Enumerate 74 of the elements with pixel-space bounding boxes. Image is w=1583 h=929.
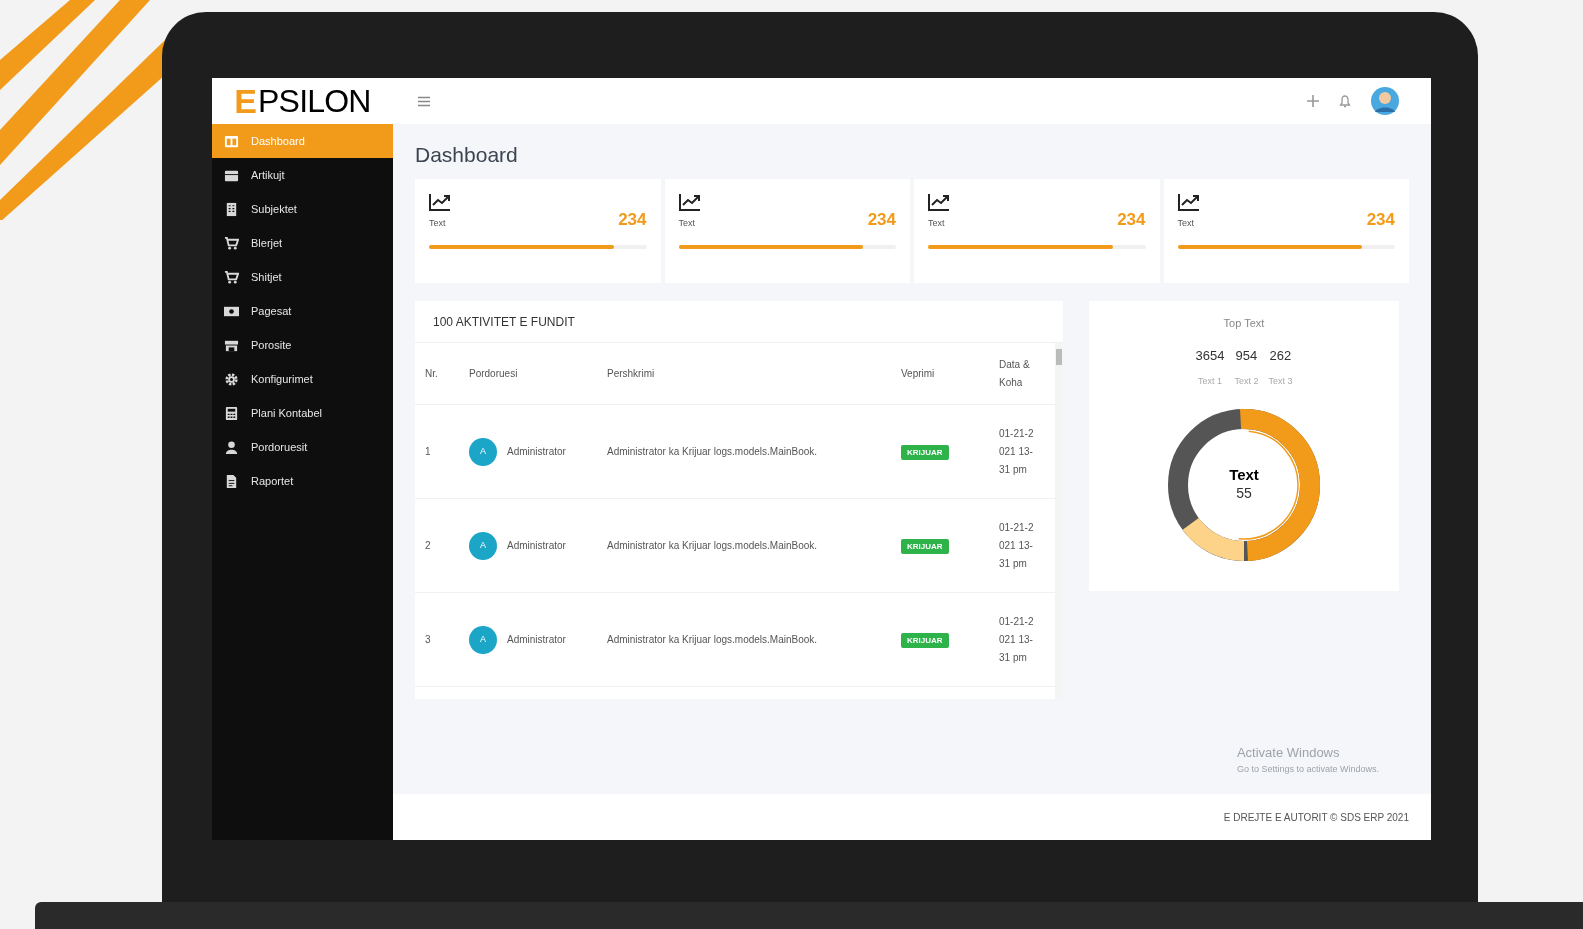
table-cell-text: Administrator	[507, 539, 566, 553]
building-icon	[224, 201, 239, 217]
cart-icon	[224, 235, 239, 251]
sidebar-item[interactable]: Konfigurimet	[212, 362, 393, 396]
column-header: Data & Koha	[999, 357, 1031, 390]
user-avatar: A	[469, 531, 497, 560]
stat-value: 262	[1269, 346, 1292, 365]
column-header: Pordoruesi	[469, 366, 519, 381]
stat-label: Text 1	[1197, 375, 1222, 388]
sidebar-item[interactable]: Blerjet	[212, 226, 393, 260]
sidebar-item[interactable]: Shitjet	[212, 260, 393, 294]
stat-label: Text	[928, 217, 946, 230]
stat-label: Text 2	[1234, 375, 1259, 388]
user-avatar: A	[469, 625, 497, 654]
table-cell-text: Administrator ka Krijuar logs.models.MainBook.	[607, 539, 819, 553]
card-title: 100 AKTIVITET E FUNDIT	[415, 301, 1063, 343]
chart-line-icon	[928, 193, 950, 211]
gear-icon	[224, 371, 239, 387]
table-cell-text: Administrator	[507, 445, 566, 459]
table-cell-text: 3	[425, 633, 432, 647]
page-title: Dashboard	[415, 144, 519, 165]
sidebar-item[interactable]: Porosite	[212, 328, 393, 362]
column-header: Pershkrimi	[607, 366, 656, 381]
sidebar-item[interactable]: Raportet	[212, 464, 393, 498]
user-avatar-icon[interactable]	[1371, 87, 1399, 115]
columns-icon	[224, 133, 239, 149]
status-badge: KRIJUAR	[901, 633, 949, 648]
stat-value: 234	[618, 209, 647, 231]
footer-text: E DREJTE E AUTORIT © SDS ERP 2021	[1223, 810, 1409, 825]
table-cell-text: 1	[425, 445, 432, 459]
stat-label: Text	[1177, 217, 1195, 230]
stat-value: 3654	[1195, 346, 1225, 365]
table-cell-text: Administrator ka Krijuar logs.models.MainBook.	[607, 445, 819, 459]
stat-value: 954	[1235, 346, 1258, 365]
stat-value: 234	[1366, 209, 1395, 231]
chart-line-icon	[678, 193, 701, 211]
document-icon	[224, 473, 239, 489]
stat-value: 234	[1117, 209, 1146, 231]
donut-center-label: Text	[1229, 466, 1259, 486]
chart-line-icon	[1177, 193, 1200, 211]
logo-mark: E	[234, 84, 258, 118]
stat-label: Text 3	[1268, 375, 1293, 388]
sidebar-item[interactable]: Artikujt	[212, 158, 393, 192]
status-badge: KRIJUAR	[901, 445, 949, 460]
activation-subtitle: Go to Settings to activate Windows.	[1236, 762, 1379, 776]
column-header: Nr.	[425, 366, 439, 381]
table-cell-text: 01-21-2021 13-31 pm	[999, 520, 1034, 571]
menu-icon[interactable]	[417, 95, 431, 107]
donut-center-value: 55	[1236, 485, 1252, 503]
logo-text: PSILON	[258, 85, 371, 117]
bell-icon[interactable]	[1339, 94, 1351, 108]
table-cell-text: 2	[425, 539, 432, 553]
status-badge: KRIJUAR	[901, 539, 949, 554]
user-avatar: A	[469, 437, 497, 466]
stat-label: Text	[429, 217, 447, 230]
sidebar-item[interactable]: Pagesat	[212, 294, 393, 328]
table-cell-text: 01-21-2021 13-31 pm	[999, 426, 1034, 477]
stat-value: 234	[867, 209, 896, 231]
cart-icon	[224, 269, 239, 285]
table-cell-text: Administrator	[507, 633, 566, 647]
table-cell-text: Administrator ka Krijuar logs.models.MainBook.	[607, 633, 819, 647]
table-cell-text: 01-21-2021 13-31 pm	[999, 614, 1034, 665]
sidebar-item[interactable]: Subjektet	[212, 192, 393, 226]
card-title: Top Text	[1223, 316, 1265, 331]
activation-title: Activate Windows	[1236, 744, 1341, 762]
calculator-icon	[224, 405, 239, 421]
chart-line-icon	[429, 193, 451, 211]
user-icon	[224, 439, 239, 455]
stat-label: Text	[678, 217, 696, 230]
column-header: Veprimi	[901, 366, 936, 381]
sidebar-item[interactable]: Pordoruesit	[212, 430, 393, 464]
plus-icon[interactable]	[1307, 95, 1319, 107]
sidebar-item[interactable]: Plani Kontabel	[212, 396, 393, 430]
scrollbar[interactable]	[1055, 343, 1063, 699]
